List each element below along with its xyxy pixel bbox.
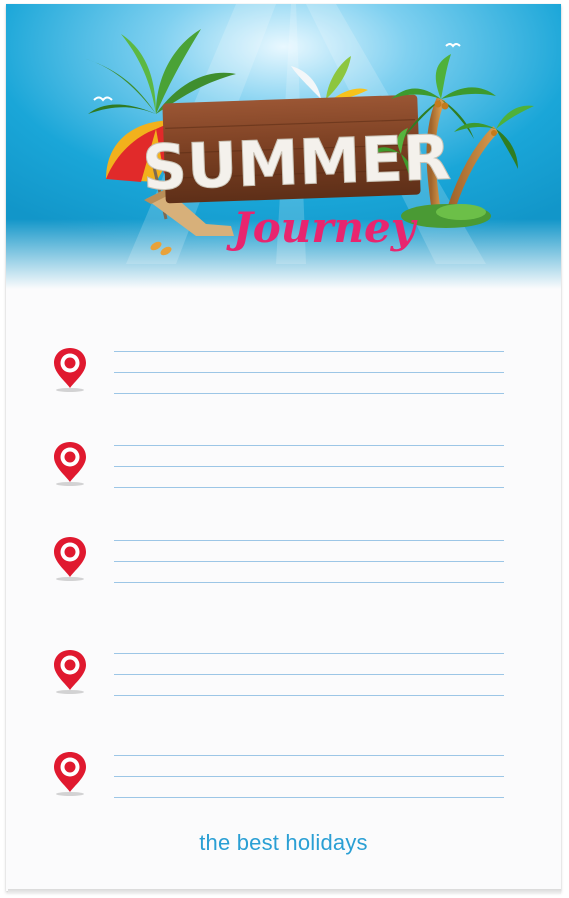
list-item (6, 346, 561, 396)
list-item (6, 648, 561, 698)
location-pin-icon (54, 442, 86, 486)
page-stack-edge (8, 889, 561, 894)
location-pin-icon (54, 752, 86, 796)
location-pin-icon (54, 348, 86, 392)
location-pin-icon (54, 537, 86, 581)
location-pin-icon (54, 650, 86, 694)
list-item (6, 750, 561, 800)
notepad-page: SUMMER Journey the best holidays (6, 4, 561, 891)
list-item (6, 535, 561, 585)
list-item (6, 440, 561, 490)
checklist (6, 4, 561, 891)
footer-tagline: the best holidays (199, 830, 368, 855)
